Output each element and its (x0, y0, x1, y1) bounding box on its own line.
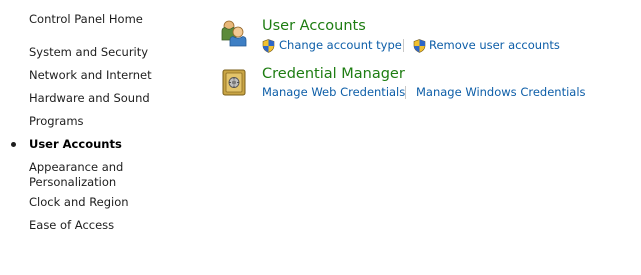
task-separator (403, 39, 404, 52)
sidebar-item-system-and-security[interactable]: System and Security (29, 45, 148, 60)
uac-shield-icon (262, 38, 275, 53)
sidebar-item-clock-and-region[interactable]: Clock and Region (29, 195, 129, 210)
uac-shield-icon (413, 38, 426, 53)
sidebar-item-appearance-line2[interactable]: Personalization (29, 175, 116, 190)
credential-vault-icon[interactable] (219, 67, 249, 97)
manage-web-credentials-link[interactable]: Manage Web Credentials (262, 85, 405, 100)
sidebar-item-appearance-line1[interactable]: Appearance and (29, 160, 123, 175)
sidebar-item-programs[interactable]: Programs (29, 114, 84, 129)
credential-manager-title[interactable]: Credential Manager (262, 65, 405, 83)
manage-windows-credentials-link[interactable]: Manage Windows Credentials (416, 85, 586, 100)
remove-user-accounts-link[interactable]: Remove user accounts (429, 38, 560, 53)
sidebar-item-ease-of-access[interactable]: Ease of Access (29, 218, 114, 233)
sidebar-item-hardware-and-sound[interactable]: Hardware and Sound (29, 91, 150, 106)
control-panel-window: Control Panel Home System and Security N… (0, 0, 641, 275)
user-accounts-icon[interactable] (219, 18, 249, 48)
control-panel-home-link[interactable]: Control Panel Home (29, 12, 143, 27)
sidebar-item-user-accounts[interactable]: User Accounts (29, 137, 122, 152)
active-item-bullet (11, 142, 16, 147)
user-accounts-title[interactable]: User Accounts (262, 17, 366, 35)
task-separator (405, 86, 406, 99)
sidebar-item-network-and-internet[interactable]: Network and Internet (29, 68, 152, 83)
change-account-type-link[interactable]: Change account type (279, 38, 402, 53)
sidebar: Control Panel Home System and Security N… (0, 0, 200, 275)
